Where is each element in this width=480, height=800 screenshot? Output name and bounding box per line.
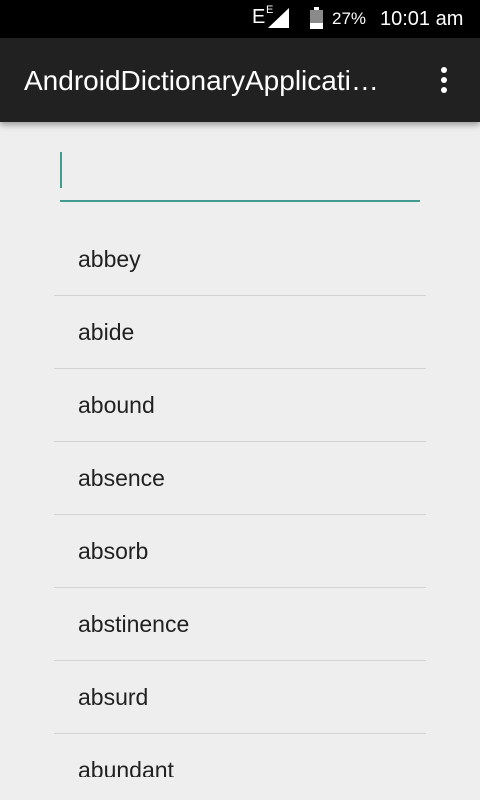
list-item[interactable]: absence (54, 442, 426, 515)
signal-icon (268, 8, 289, 28)
search-field[interactable] (60, 150, 420, 202)
app-bar: AndroidDictionaryApplicati… (0, 38, 480, 122)
network-type: E (252, 6, 266, 28)
list-item[interactable]: abbey (54, 223, 426, 296)
battery-icon (310, 7, 323, 29)
text-cursor (60, 152, 62, 188)
list-item[interactable]: abstinence (54, 588, 426, 661)
list-item[interactable]: abundant (54, 734, 426, 778)
battery-percent: 27% (332, 9, 367, 28)
list-item[interactable]: abide (54, 296, 426, 369)
search-input[interactable] (60, 150, 420, 198)
app-title: AndroidDictionaryApplicati… (24, 65, 379, 96)
list-item[interactable]: absorb (54, 515, 426, 588)
word-list[interactable]: abbey abide abound absence absorb abstinence a… (54, 223, 426, 777)
list-item[interactable]: absurd (54, 661, 426, 734)
more-vert-icon[interactable] (430, 60, 458, 100)
list-item[interactable]: abound (54, 369, 426, 442)
clock: 10:01 am (380, 8, 464, 30)
status-bar: E E 27% 10:01 am (0, 0, 480, 38)
